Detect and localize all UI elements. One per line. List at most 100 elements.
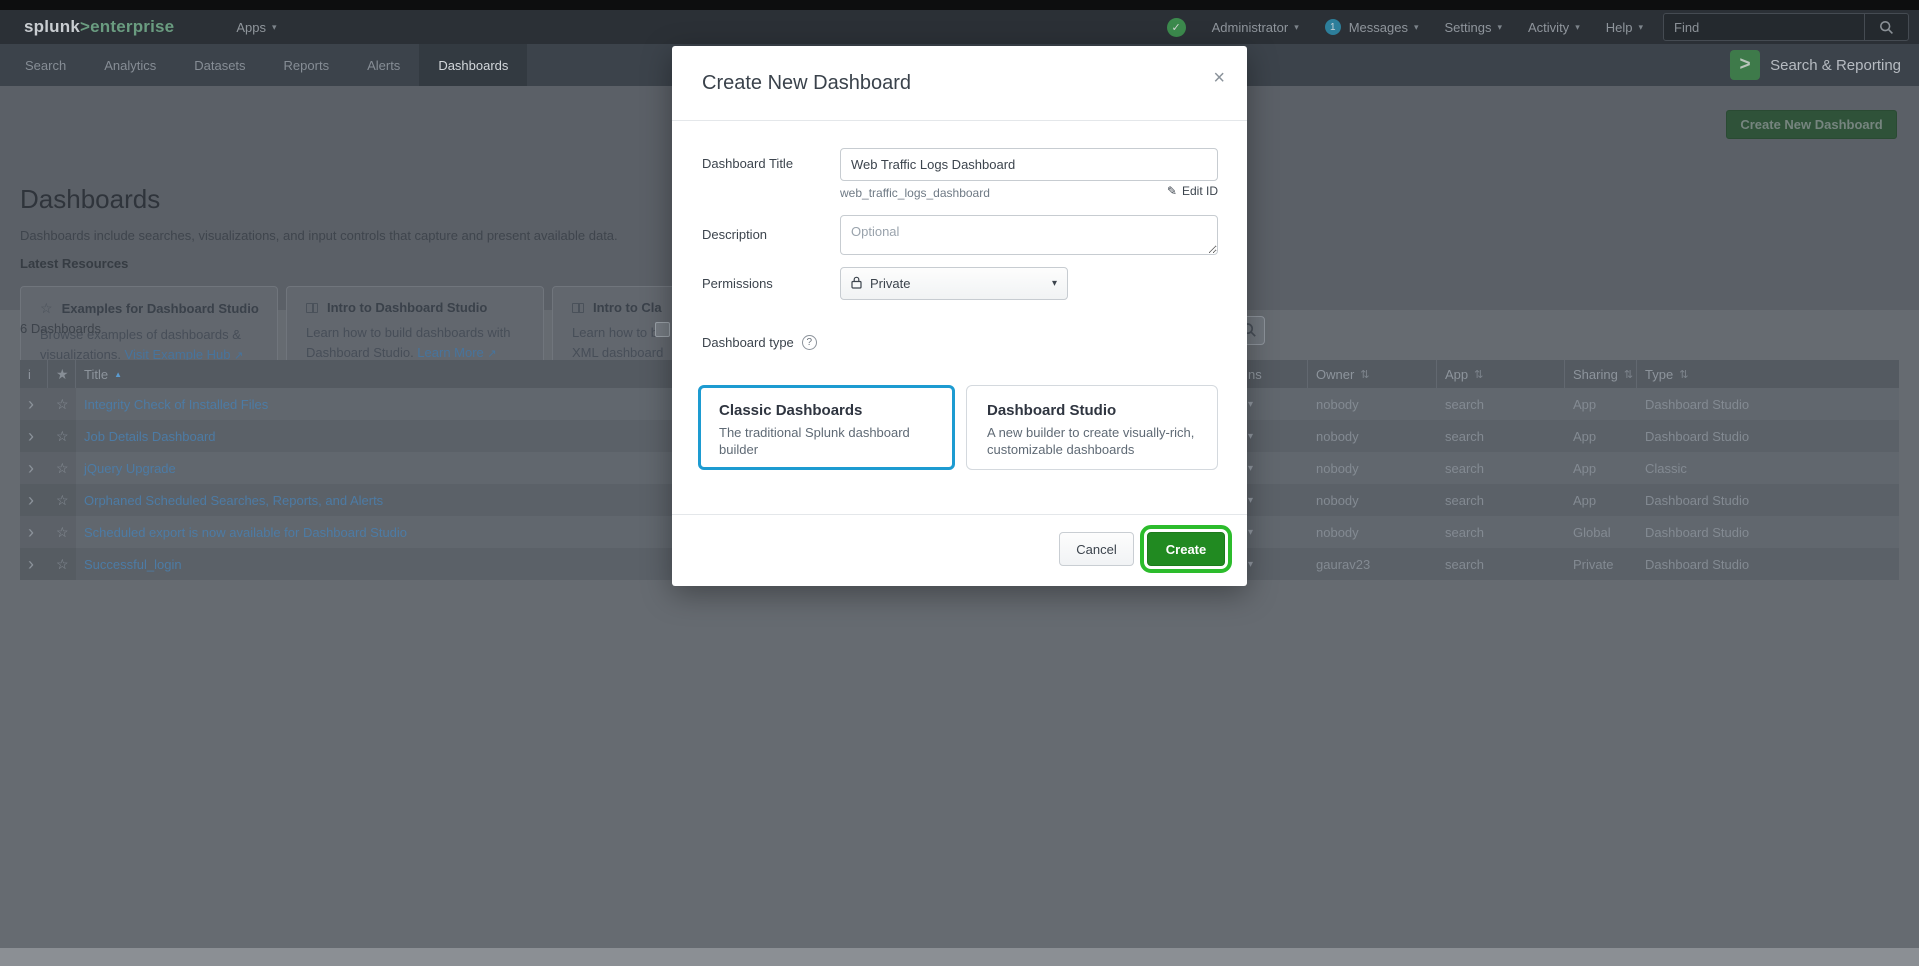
dashboard-id-helper: web_traffic_logs_dashboard [840, 186, 990, 200]
row-type: Dashboard Studio [1645, 492, 1750, 508]
type-option-dashboard-studio[interactable]: Dashboard Studio A new builder to create… [966, 385, 1218, 470]
row-owner: nobody [1316, 492, 1359, 508]
messages-menu-label: Messages [1348, 19, 1408, 35]
row-expand-chevron-icon[interactable]: › [28, 555, 34, 573]
latest-resources-label: Latest Resources [20, 256, 129, 271]
help-icon[interactable]: ? [801, 335, 817, 350]
row-expand-chevron-icon[interactable]: › [28, 395, 34, 413]
row-app: search [1445, 460, 1485, 476]
row-expand-chevron-icon[interactable]: › [28, 427, 34, 445]
messages-menu[interactable]: 1 Messages ▾ [1324, 19, 1419, 35]
row-expand-chevron-icon[interactable]: › [28, 523, 34, 541]
row-expand-chevron-icon[interactable]: › [28, 459, 34, 477]
window-top-strip [0, 0, 1919, 10]
dashboard-title-link[interactable]: Orphaned Scheduled Searches, Reports, an… [84, 493, 383, 508]
header-app-column[interactable]: App ⇅ [1437, 360, 1565, 388]
logo-splunk-text: splunk [24, 17, 80, 36]
external-link-icon: ↗ [487, 348, 497, 360]
dashboard-title-link[interactable]: Integrity Check of Installed Files [84, 397, 268, 412]
find-input[interactable] [1664, 14, 1864, 40]
dashboard-title-link[interactable]: Job Details Dashboard [84, 429, 216, 444]
header-sharing-column[interactable]: Sharing ⇅ [1565, 360, 1637, 388]
row-sharing: App [1573, 428, 1597, 444]
sort-both-icon: ⇅ [1623, 368, 1634, 381]
cancel-button[interactable]: Cancel [1059, 532, 1134, 566]
row-sharing: Global [1573, 524, 1611, 540]
row-star-icon[interactable]: ☆ [56, 428, 69, 445]
header-star-column[interactable]: ★ [48, 360, 76, 388]
header-owner-column[interactable]: Owner ⇅ [1308, 360, 1437, 388]
dashboard-title-input[interactable] [840, 148, 1218, 181]
tab-datasets[interactable]: Datasets [175, 44, 264, 86]
header-info-column: i [20, 360, 48, 388]
row-star-icon[interactable]: ☆ [56, 460, 69, 477]
row-sharing: App [1573, 492, 1597, 508]
select-all-checkbox[interactable] [655, 322, 670, 337]
row-app: search [1445, 492, 1485, 508]
page-subtitle: Dashboards include searches, visualizati… [20, 228, 618, 243]
messages-count-badge: 1 [1324, 19, 1341, 35]
app-nav-tabs: Search Analytics Datasets Reports Alerts Dash… [0, 44, 528, 86]
row-type: Dashboard Studio [1645, 524, 1750, 540]
pencil-icon: ✎ [1166, 184, 1177, 198]
row-actions-caret-icon[interactable]: ▾ [1248, 431, 1253, 442]
tab-search[interactable]: Search [6, 44, 85, 86]
row-star-icon[interactable]: ☆ [56, 396, 69, 413]
sort-ascending-icon: ▲ [114, 369, 122, 379]
tab-alerts[interactable]: Alerts [348, 44, 419, 86]
row-type: Dashboard Studio [1645, 396, 1750, 412]
tab-reports[interactable]: Reports [265, 44, 349, 86]
row-app: search [1445, 428, 1485, 444]
user-menu-label: Administrator [1211, 19, 1289, 35]
user-menu[interactable]: Administrator ▾ [1212, 20, 1299, 35]
user-avatar-check-icon[interactable]: ✓ [1166, 17, 1186, 37]
activity-menu[interactable]: Activity ▾ [1528, 20, 1580, 35]
search-icon[interactable] [1864, 14, 1908, 40]
help-menu-label: Help [1605, 19, 1633, 35]
caret-down-icon: ▾ [271, 21, 277, 32]
page-title: Dashboards [20, 184, 161, 214]
row-sharing: Private [1573, 556, 1614, 572]
dashboard-title-link[interactable]: jQuery Upgrade [84, 461, 176, 476]
apps-menu[interactable]: Apps ▾ [236, 20, 276, 35]
permissions-dropdown[interactable]: Private ▾ [840, 267, 1068, 300]
dashboard-title-label: Dashboard Title [702, 156, 794, 171]
row-actions-caret-icon[interactable]: ▾ [1248, 463, 1253, 474]
row-actions-caret-icon[interactable]: ▾ [1248, 495, 1253, 506]
row-expand-chevron-icon[interactable]: › [28, 491, 34, 509]
type-option-classic-dashboards[interactable]: Classic Dashboards The traditional Splun… [698, 385, 955, 470]
dashboard-title-link[interactable]: Scheduled export is now available for Da… [84, 525, 407, 540]
row-star-icon[interactable]: ☆ [56, 556, 69, 573]
row-actions-caret-icon[interactable]: ▾ [1248, 527, 1253, 538]
header-type-column[interactable]: Type ⇅ [1637, 360, 1899, 388]
star-icon: ☆ [40, 300, 53, 316]
description-textarea[interactable] [840, 215, 1218, 255]
learn-more-link[interactable]: Learn More [417, 345, 483, 360]
create-new-dashboard-button[interactable]: Create New Dashboard [1726, 110, 1897, 139]
top-bar-right: ✓ Administrator ▾ 1 Messages ▾ Settings … [1166, 13, 1919, 41]
app-context[interactable]: > Search & Reporting [1730, 44, 1919, 86]
row-app: search [1445, 524, 1485, 540]
row-actions-caret-icon[interactable]: ▾ [1248, 559, 1253, 570]
row-sharing: App [1573, 396, 1597, 412]
edit-id-link[interactable]: ✎ Edit ID [1167, 184, 1218, 198]
logo-enterprise-text: >enterprise [80, 17, 175, 36]
row-star-icon[interactable]: ☆ [56, 524, 69, 541]
settings-menu[interactable]: Settings ▾ [1445, 20, 1503, 35]
row-star-icon[interactable]: ☆ [56, 492, 69, 509]
close-icon[interactable]: × [1213, 68, 1225, 88]
permissions-label: Permissions [702, 276, 773, 291]
dashboard-type-label: Dashboard type ? [702, 335, 817, 350]
create-button[interactable]: Create [1140, 525, 1232, 573]
row-actions-caret-icon[interactable]: ▾ [1248, 399, 1253, 410]
caret-down-icon: ▾ [1638, 21, 1643, 32]
splunk-enterprise-logo: splunk>enterprise [24, 17, 174, 37]
tab-dashboards[interactable]: Dashboards [419, 44, 528, 86]
modal-header-divider [672, 120, 1247, 121]
dashboard-title-link[interactable]: Successful_login [84, 557, 182, 572]
help-menu[interactable]: Help ▾ [1606, 20, 1643, 35]
description-label: Description [702, 227, 768, 242]
tab-analytics[interactable]: Analytics [85, 44, 175, 86]
dashboards-count-label: 6 Dashboards [20, 321, 101, 336]
row-owner: nobody [1316, 460, 1359, 476]
